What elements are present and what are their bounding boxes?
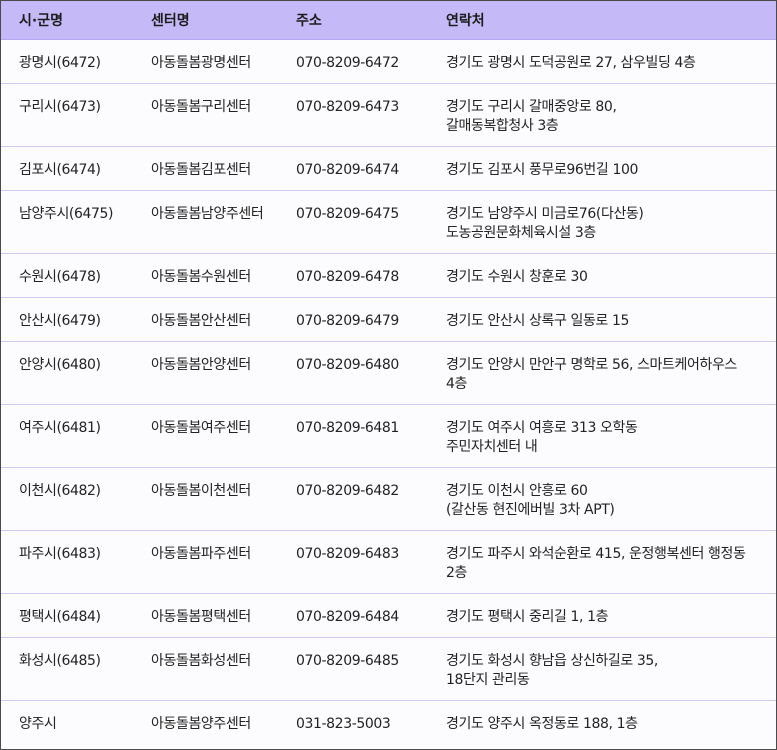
- cell-city: 수원시(6478): [1, 253, 131, 298]
- address-line: 경기도 광명시 도덕공원로 27, 삼우빌딩 4층: [446, 55, 696, 71]
- table-row: 여주시(6481) 아동돌봄여주센터 070-8209-6481 경기도 여주시 여흥…: [1, 404, 776, 468]
- address-line: 경기도 안산시 상록구 일동로 15: [446, 313, 629, 329]
- address-line: 경기도 양주시 옥정동로 188, 1층: [446, 716, 638, 732]
- address-line: 경기도 여주시 여흥로 313 오학동: [446, 420, 638, 436]
- cell-center: 아동돌봄광명센터: [131, 39, 276, 84]
- table-row: 광명시(6472) 아동돌봄광명센터 070-8209-6472 경기도 광명시 도덕…: [1, 39, 776, 84]
- table-row: 파주시(6483) 아동돌봄파주센터 070-8209-6483 경기도 파주시 와석…: [1, 530, 776, 594]
- center-table-container: 시·군명 센터명 주소 연락처 광명시(6472) 아동돌봄광명센터 070-820…: [0, 0, 777, 750]
- address-line: 경기도 김포시 풍무로96번길 100: [446, 162, 638, 178]
- center-table: 시·군명 센터명 주소 연락처 광명시(6472) 아동돌봄광명센터 070-820…: [1, 1, 776, 744]
- address-line: 도농공원문화체육시설 3층: [446, 225, 596, 241]
- table-row: 안양시(6480) 아동돌봄안양센터 070-8209-6480 경기도 안양시 만안…: [1, 341, 776, 405]
- cell-center: 아동돌봄안산센터: [131, 297, 276, 342]
- address-line: 갈매동복합청사 3층: [446, 118, 559, 134]
- cell-city: 평택시(6484): [1, 593, 131, 638]
- cell-phone: 070-8209-6484: [276, 593, 426, 638]
- table-row: 안산시(6479) 아동돌봄안산센터 070-8209-6479 경기도 안산시 상록…: [1, 297, 776, 342]
- table-body: 광명시(6472) 아동돌봄광명센터 070-8209-6472 경기도 광명시 도덕…: [1, 39, 776, 745]
- header-address: 주소: [276, 1, 426, 40]
- cell-phone: 070-8209-6482: [276, 467, 426, 531]
- address-line: 2층: [446, 565, 467, 581]
- cell-center: 아동돌봄김포센터: [131, 146, 276, 191]
- cell-center: 아동돌봄수원센터: [131, 253, 276, 298]
- cell-address: 경기도 김포시 풍무로96번길 100: [426, 146, 776, 191]
- address-line: 18단지 관리동: [446, 672, 530, 688]
- cell-phone: 070-8209-6472: [276, 39, 426, 84]
- table-row: 양주시 아동돌봄양주센터 031-823-5003 경기도 양주시 옥정동로 188,…: [1, 701, 776, 745]
- address-line: 경기도 남양주시 미금로76(다산동): [446, 206, 644, 222]
- cell-phone: 070-8209-6485: [276, 637, 426, 701]
- cell-center: 아동돌봄평택센터: [131, 593, 276, 638]
- cell-city: 안산시(6479): [1, 297, 131, 342]
- cell-phone: 070-8209-6481: [276, 404, 426, 468]
- cell-phone: 070-8209-6483: [276, 530, 426, 594]
- cell-city: 화성시(6485): [1, 637, 131, 701]
- cell-center: 아동돌봄파주센터: [131, 530, 276, 594]
- address-line: 주민자치센터 내: [446, 439, 538, 455]
- cell-phone: 031-823-5003: [296, 716, 391, 732]
- cell-address: 경기도 수원시 창훈로 30: [426, 253, 776, 298]
- table-row: 평택시(6484) 아동돌봄평택센터 070-8209-6484 경기도 평택시 중리…: [1, 593, 776, 638]
- cell-center: 아동돌봄남양주센터: [131, 190, 276, 254]
- table-row: 이천시(6482) 아동돌봄이천센터 070-8209-6482 경기도 이천시 안흥…: [1, 467, 776, 531]
- cell-address: 경기도 여주시 여흥로 313 오학동주민자치센터 내: [426, 404, 776, 468]
- cell-address: 경기도 남양주시 미금로76(다산동) 도농공원문화체육시설 3층: [426, 190, 776, 254]
- cell-address: 경기도 양주시 옥정동로 188, 1층: [426, 701, 776, 745]
- cell-phone: 070-8209-6480: [276, 341, 426, 405]
- cell-phone: 070-8209-6475: [276, 190, 426, 254]
- cell-city: 여주시(6481): [1, 404, 131, 468]
- header-contact: 연락처: [426, 1, 776, 40]
- table-row: 수원시(6478) 아동돌봄수원센터 070-8209-6478 경기도 수원시 창훈…: [1, 253, 776, 298]
- table-row: 화성시(6485) 아동돌봄화성센터 070-8209-6485 경기도 화성시 향남…: [1, 637, 776, 701]
- header-city: 시·군명: [1, 1, 131, 40]
- cell-address: 경기도 구리시 갈매중앙로 80, 갈매동복합청사 3층: [426, 83, 776, 147]
- cell-center: 아동돌봄이천센터: [131, 467, 276, 531]
- header-center: 센터명: [131, 1, 276, 40]
- cell-phone: 070-8209-6473: [276, 83, 426, 147]
- cell-city: 남양주시(6475): [1, 190, 131, 254]
- cell-address: 경기도 파주시 와석순환로 415, 운정행복센터 행정동 2층: [426, 530, 776, 594]
- table-row: 구리시(6473) 아동돌봄구리센터 070-8209-6473 경기도 구리시 갈매…: [1, 83, 776, 147]
- table-row: 남양주시(6475) 아동돌봄남양주센터 070-8209-6475 경기도 남양주시…: [1, 190, 776, 254]
- address-line: (갈산동 현진에버빌 3차 APT): [446, 502, 615, 518]
- cell-city: 이천시(6482): [1, 467, 131, 531]
- address-line: 경기도 화성시 향남읍 상신하길로 35,: [446, 653, 658, 669]
- cell-address: 경기도 이천시 안흥로 60 (갈산동 현진에버빌 3차 APT): [426, 467, 776, 531]
- cell-address: 경기도 안산시 상록구 일동로 15: [426, 297, 776, 342]
- cell-phone: 070-8209-6478: [276, 253, 426, 298]
- address-line: 경기도 안양시 만안구 명학로 56, 스마트케어하우스: [446, 357, 737, 373]
- address-line: 경기도 평택시 중리길 1, 1층: [446, 609, 609, 625]
- table-header: 시·군명 센터명 주소 연락처: [1, 1, 776, 40]
- cell-center: 아동돌봄양주센터: [151, 716, 251, 732]
- cell-address: 경기도 안양시 만안구 명학로 56, 스마트케어하우스 4층: [426, 341, 776, 405]
- address-line: 4층: [446, 376, 467, 392]
- cell-address: 경기도 화성시 향남읍 상신하길로 35, 18단지 관리동: [426, 637, 776, 701]
- cell-address: 경기도 광명시 도덕공원로 27, 삼우빌딩 4층: [426, 39, 776, 84]
- cell-city: 안양시(6480): [1, 341, 131, 405]
- cell-center: 아동돌봄화성센터: [131, 637, 276, 701]
- cell-city: 양주시: [19, 716, 57, 732]
- cell-phone: 070-8209-6474: [276, 146, 426, 191]
- address-line: 경기도 구리시 갈매중앙로 80,: [446, 99, 617, 115]
- cell-phone: 070-8209-6479: [276, 297, 426, 342]
- cell-city: 김포시(6474): [1, 146, 131, 191]
- cell-city: 광명시(6472): [1, 39, 131, 84]
- address-line: 경기도 파주시 와석순환로 415, 운정행복센터 행정동: [446, 546, 746, 562]
- cell-address: 경기도 평택시 중리길 1, 1층: [426, 593, 776, 638]
- cell-center: 아동돌봄안양센터: [131, 341, 276, 405]
- address-line: 경기도 이천시 안흥로 60: [446, 483, 588, 499]
- cell-city: 파주시(6483): [1, 530, 131, 594]
- cell-city: 구리시(6473): [1, 83, 131, 147]
- address-line: 경기도 수원시 창훈로 30: [446, 269, 588, 285]
- cell-center: 아동돌봄여주센터: [131, 404, 276, 468]
- cell-center: 아동돌봄구리센터: [131, 83, 276, 147]
- header-row: 시·군명 센터명 주소 연락처: [1, 1, 776, 40]
- table-row: 김포시(6474) 아동돌봄김포센터 070-8209-6474 경기도 김포시 풍무…: [1, 146, 776, 191]
